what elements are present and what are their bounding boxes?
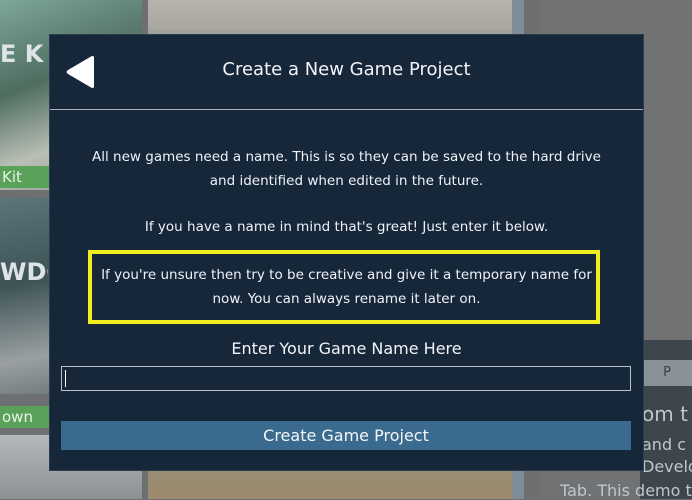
game-name-label: Enter Your Game Name Here: [231, 339, 462, 358]
game-card-header: [148, 0, 512, 30]
game-card-title: E K: [0, 40, 44, 68]
create-project-dialog: Create a New Game Project All new games …: [49, 34, 644, 471]
dialog-title: Create a New Game Project: [222, 59, 471, 80]
info-text-temporary-name: If you're unsure then try to be creative…: [101, 267, 592, 307]
text-caret: [65, 370, 66, 387]
title-divider: [50, 109, 643, 110]
info-panel-text: Develo: [642, 457, 692, 476]
game-card-tag: Kit: [0, 166, 50, 188]
info-panel-button: P: [642, 360, 692, 386]
game-card-tag: own: [0, 406, 50, 428]
info-text-enter-name: If you have a name in mind that's great!…: [144, 219, 549, 235]
info-panel-heading: om t: [642, 402, 688, 426]
info-text-name-required: All new games need a name. This is so th…: [92, 149, 601, 189]
info-panel-text: Tab. This demo t: [560, 481, 692, 500]
game-card-title: WDG: [0, 258, 48, 286]
info-panel-text: and c: [642, 435, 686, 454]
game-name-input[interactable]: [61, 366, 631, 391]
create-game-project-button[interactable]: Create Game Project: [61, 421, 631, 450]
